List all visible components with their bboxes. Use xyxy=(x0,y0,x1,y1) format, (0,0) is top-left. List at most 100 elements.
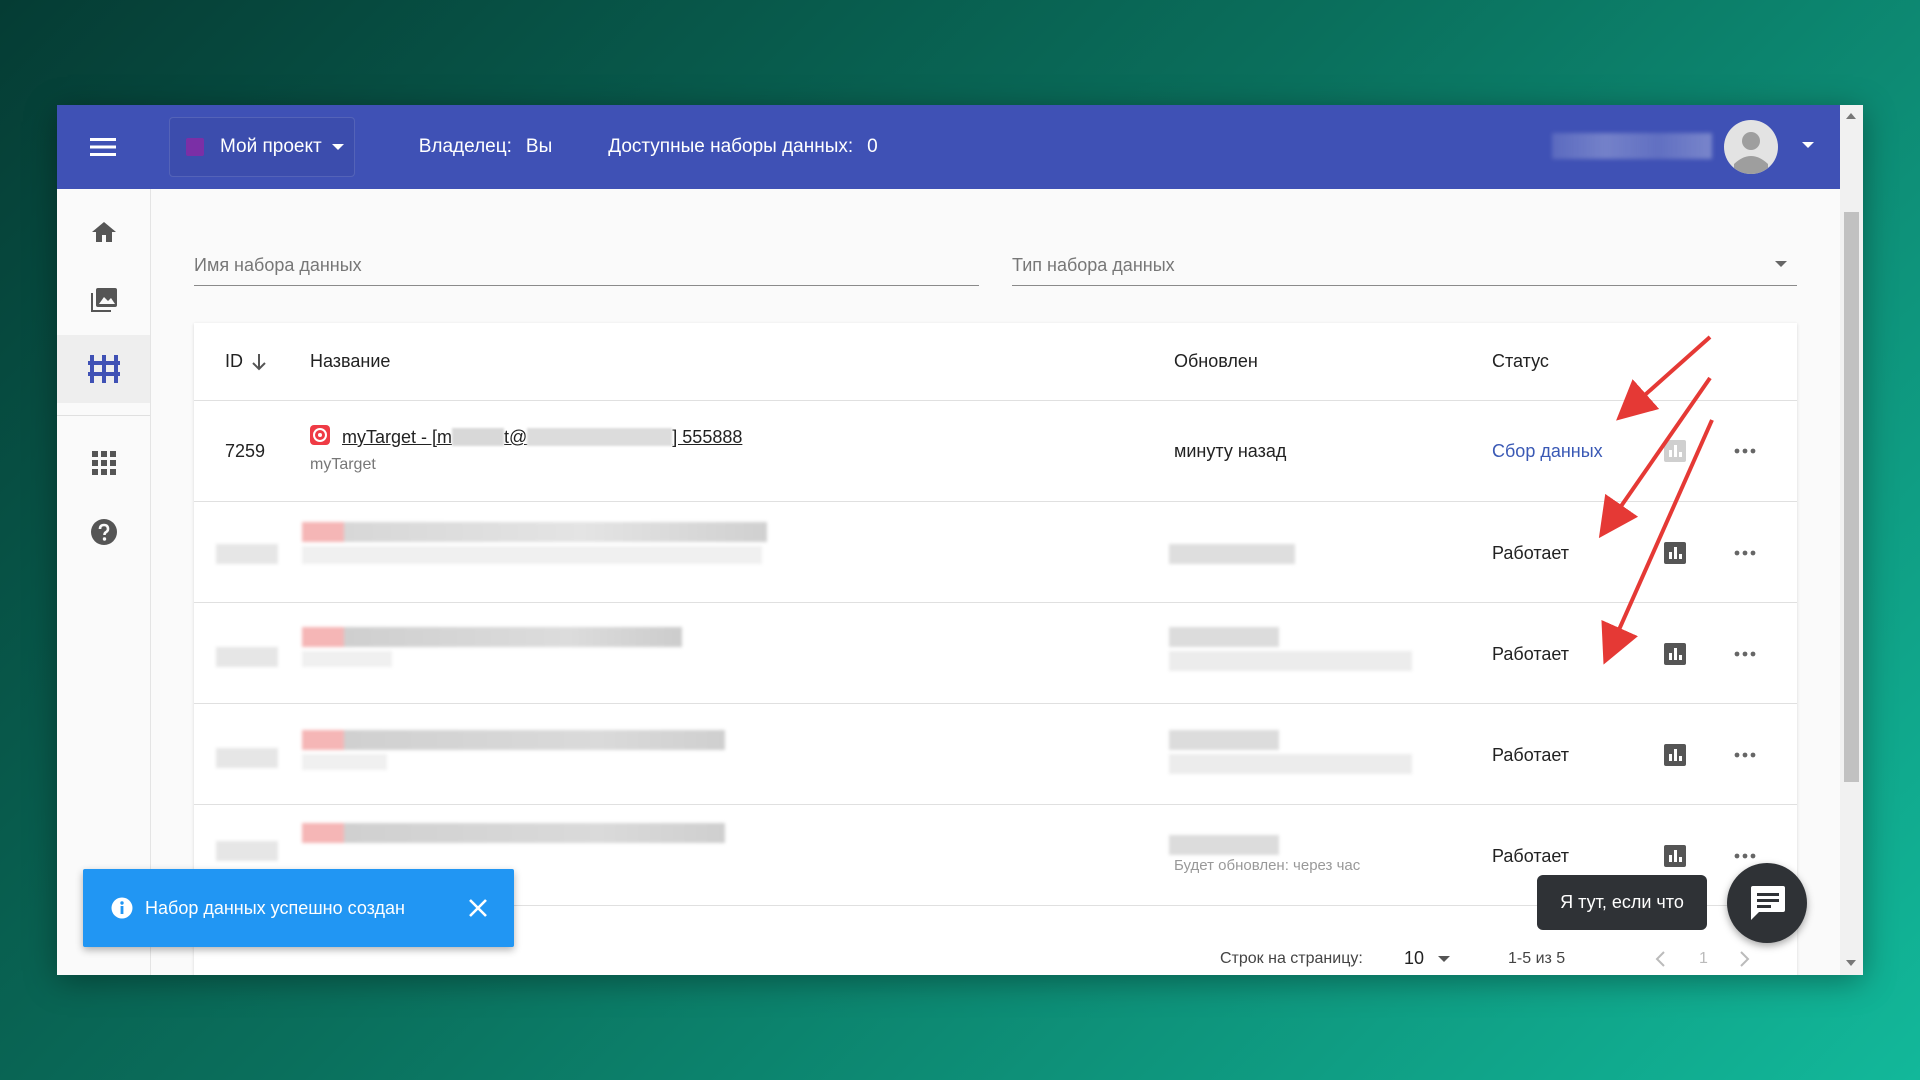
app-window: Мой проект Владелец: Вы Доступные наборы … xyxy=(57,105,1863,975)
owner-info: Владелец: Вы xyxy=(419,136,553,158)
sidebar-item-home[interactable] xyxy=(57,198,150,266)
redacted-source xyxy=(302,651,392,667)
dataset-type-filter[interactable] xyxy=(1012,245,1797,286)
sidebar-divider xyxy=(57,415,150,416)
rows-per-page-value: 10 xyxy=(1404,948,1425,968)
rows-per-page-select[interactable]: 10 xyxy=(1404,948,1451,969)
more-horizontal-icon[interactable] xyxy=(1734,651,1756,657)
redacted-name xyxy=(302,522,767,542)
account-menu-chevron-icon[interactable] xyxy=(1802,142,1814,148)
available-value: 0 xyxy=(867,136,878,157)
mytarget-logo-icon xyxy=(310,425,330,445)
available-datasets-info: Доступные наборы данных: 0 xyxy=(608,136,878,158)
top-bar: Мой проект Владелец: Вы Доступные наборы … xyxy=(57,105,1840,189)
redacted-updated xyxy=(1169,544,1295,564)
sidebar xyxy=(57,189,151,975)
bar-chart-icon[interactable] xyxy=(1664,845,1686,867)
project-color-swatch xyxy=(186,138,204,156)
redacted-email-domain xyxy=(527,428,673,446)
dataset-name-part: ] 555888 xyxy=(672,427,743,447)
chevron-left-icon[interactable] xyxy=(1654,950,1666,968)
redacted-source xyxy=(302,754,387,770)
owner-label: Владелец: xyxy=(418,136,512,157)
redacted-email-user xyxy=(452,428,505,446)
status-text: Работает xyxy=(1492,543,1570,563)
redacted-id xyxy=(216,544,278,564)
column-header-id[interactable]: ID xyxy=(225,323,267,400)
chat-tooltip: Я тут, если что xyxy=(1537,875,1707,930)
datasets-icon xyxy=(87,355,120,383)
current-page[interactable]: 1 xyxy=(1699,950,1708,968)
scroll-down-icon[interactable] xyxy=(1846,960,1856,966)
close-icon[interactable] xyxy=(466,896,490,920)
dataset-name-part: myTarget - [m xyxy=(342,427,453,447)
status-text: Работает xyxy=(1492,846,1570,866)
redacted-updated-note xyxy=(1169,651,1412,671)
chat-button[interactable] xyxy=(1727,863,1807,943)
dataset-type-select[interactable] xyxy=(1012,245,1797,284)
redacted-updated xyxy=(1169,835,1279,855)
redacted-updated xyxy=(1169,627,1279,647)
bar-chart-icon[interactable] xyxy=(1664,744,1686,766)
gallery-icon xyxy=(90,288,117,312)
update-schedule-note: Будет обновлен: через час xyxy=(1174,857,1361,874)
redacted-name xyxy=(302,823,725,843)
rows-per-page-label: Строк на страницу: xyxy=(1220,950,1363,967)
redacted-updated-note xyxy=(1169,754,1412,774)
chevron-right-icon[interactable] xyxy=(1739,950,1751,968)
bar-chart-icon[interactable] xyxy=(1664,643,1686,665)
scroll-up-icon[interactable] xyxy=(1846,113,1856,119)
sort-arrow-down-icon xyxy=(252,353,266,370)
chevron-down-icon xyxy=(331,144,344,150)
project-selector[interactable]: Мой проект xyxy=(169,117,355,177)
row-id: 7259 xyxy=(225,441,266,461)
pagination-range: 1-5 из 5 xyxy=(1508,950,1566,967)
owner-value: Вы xyxy=(525,136,553,157)
dataset-name-filter[interactable] xyxy=(194,245,979,286)
dataset-name-input[interactable] xyxy=(194,245,979,284)
sidebar-item-apps[interactable] xyxy=(57,429,150,497)
status-text: Работает xyxy=(1492,745,1570,765)
updated-time: минуту назад xyxy=(1174,441,1287,461)
column-header-status[interactable]: Статус xyxy=(1492,323,1549,400)
apps-grid-icon xyxy=(91,451,116,475)
chat-bubble-icon xyxy=(1751,886,1785,920)
user-name-redacted xyxy=(1552,133,1712,159)
scrollbar-thumb[interactable] xyxy=(1844,212,1859,782)
dataset-name-link[interactable]: myTarget - [m t@ ] 555888 xyxy=(342,427,742,448)
status-text[interactable]: Сбор данных xyxy=(1492,441,1603,462)
redacted-source xyxy=(302,546,762,564)
help-icon xyxy=(90,519,117,545)
redacted-name xyxy=(302,627,682,647)
avatar[interactable] xyxy=(1724,120,1778,174)
sidebar-item-gallery[interactable] xyxy=(57,266,150,334)
redacted-updated xyxy=(1169,730,1279,750)
table-row[interactable]: Работает xyxy=(194,602,1797,704)
sidebar-item-datasets[interactable] xyxy=(57,335,150,403)
menu-icon[interactable] xyxy=(71,115,135,179)
more-horizontal-icon[interactable] xyxy=(1734,448,1756,454)
table-row[interactable]: 7259 myTarget - [m t@] 555888 myTarget ми… xyxy=(194,400,1797,502)
info-icon xyxy=(111,897,133,919)
bar-chart-icon[interactable] xyxy=(1664,542,1686,564)
success-snackbar: Набор данных успешно создан xyxy=(83,869,514,947)
more-horizontal-icon[interactable] xyxy=(1734,550,1756,556)
sidebar-item-help[interactable] xyxy=(57,498,150,566)
column-header-name[interactable]: Название xyxy=(310,323,390,400)
chevron-down-icon xyxy=(1775,261,1787,267)
status-text: Работает xyxy=(1492,644,1570,664)
more-horizontal-icon[interactable] xyxy=(1734,752,1756,758)
table-row[interactable]: Работает xyxy=(194,501,1797,603)
redacted-id xyxy=(216,841,278,861)
snackbar-message: Набор данных успешно создан xyxy=(145,897,405,918)
redacted-id xyxy=(216,748,278,768)
vertical-scrollbar[interactable] xyxy=(1840,105,1863,975)
table-row[interactable]: Работает xyxy=(194,703,1797,805)
column-header-id-label: ID xyxy=(225,351,243,371)
more-horizontal-icon[interactable] xyxy=(1734,853,1756,859)
column-header-updated[interactable]: Обновлен xyxy=(1174,323,1258,400)
dataset-name-part: t@ xyxy=(504,427,528,447)
bar-chart-icon[interactable] xyxy=(1664,440,1686,462)
redacted-name xyxy=(302,730,725,750)
project-name: Мой проект xyxy=(220,136,322,157)
